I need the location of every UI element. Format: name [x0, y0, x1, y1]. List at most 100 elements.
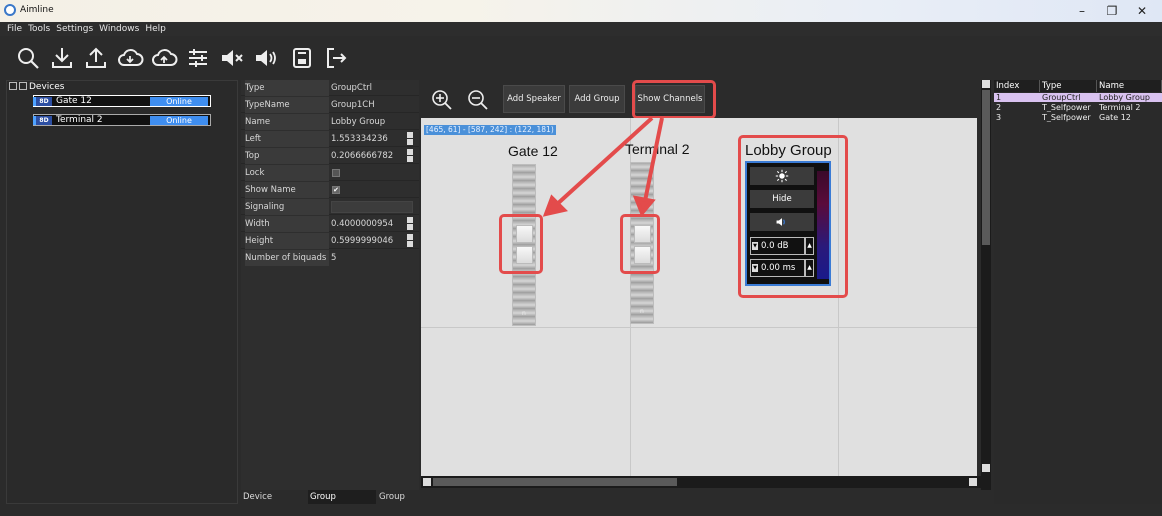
prop-row-show-name[interactable]: Show Name ✔ — [241, 182, 419, 198]
maximize-button[interactable]: ❐ — [1098, 2, 1126, 20]
add-group-button[interactable]: Add Group — [569, 85, 625, 113]
download-icon[interactable] — [48, 44, 76, 72]
cloud-download-icon[interactable] — [116, 44, 144, 72]
table-row[interactable]: 1 GroupCtrl Lobby Group — [994, 93, 1162, 102]
canvas-horizontal-scrollbar[interactable] — [421, 476, 981, 488]
menu-file[interactable]: File — [0, 22, 25, 36]
device-chip-icon: 8D — [33, 116, 52, 125]
search-icon[interactable] — [14, 44, 42, 72]
prop-row-width[interactable]: Width 0.4000000954 — [241, 216, 419, 232]
window-title: Aimline — [20, 5, 54, 15]
spinner-icon[interactable] — [407, 217, 413, 231]
mute-icon[interactable] — [218, 44, 246, 72]
tree-root-devices[interactable]: Devices — [9, 82, 64, 94]
device-row-terminal-2[interactable]: 8D Terminal 2 Online — [33, 114, 211, 126]
table-row[interactable]: 2 T_Selfpower Terminal 2 — [994, 103, 1162, 112]
scroll-thumb[interactable] — [433, 478, 677, 486]
prop-key: Name — [245, 114, 329, 130]
menu-tools[interactable]: Tools — [25, 22, 53, 36]
scroll-left-icon[interactable] — [423, 478, 431, 486]
volume-icon[interactable] — [252, 44, 280, 72]
save-icon[interactable] — [288, 44, 316, 72]
app-logo-icon — [4, 4, 16, 16]
cloud-upload-icon[interactable] — [150, 44, 178, 72]
prop-value-text: Group1CH — [331, 100, 375, 110]
speaker-title-terminal-2: Terminal 2 — [625, 141, 690, 157]
prop-row-left[interactable]: Left 1.553334236 — [241, 131, 419, 147]
menu-help[interactable]: Help — [142, 22, 169, 36]
prop-row-lock[interactable]: Lock — [241, 165, 419, 181]
column-header-name[interactable]: Name — [1097, 80, 1162, 92]
status-bar — [0, 504, 1162, 516]
equalizer-icon[interactable] — [184, 44, 212, 72]
prop-row-name[interactable]: Name Lobby Group — [241, 114, 419, 130]
cell-index: 1 — [996, 93, 1002, 102]
tab-group-control[interactable]: Group Control — [377, 490, 437, 516]
tab-device-control[interactable]: Device Control — [241, 490, 307, 516]
speaker-footer: n — [640, 308, 644, 315]
canvas-vertical-scrollbar[interactable] — [981, 80, 991, 490]
prop-value[interactable]: 0.2066666782 — [331, 148, 419, 164]
title-bar: Aimline – ❐ ✕ — [0, 0, 1162, 22]
spinner-icon[interactable] — [407, 234, 413, 248]
device-row-gate-12[interactable]: 8D Gate 12 Online — [33, 95, 211, 107]
table-row[interactable]: 3 T_Selfpower Gate 12 — [994, 113, 1162, 122]
prop-value-text: 0.5999999046 — [331, 236, 394, 246]
prop-key: Height — [245, 233, 329, 249]
prop-value[interactable] — [331, 165, 419, 181]
prop-value: GroupCtrl — [331, 80, 419, 96]
show-name-checkbox[interactable]: ✔ — [332, 186, 340, 194]
spinner-icon[interactable] — [407, 132, 413, 146]
close-button[interactable]: ✕ — [1128, 2, 1156, 20]
prop-value[interactable]: ✔ — [331, 182, 419, 198]
cell-name: Terminal 2 — [1099, 103, 1141, 112]
scroll-thumb[interactable] — [982, 90, 990, 245]
prop-key: Number of biquads — [245, 250, 329, 266]
prop-key: Top — [245, 148, 329, 164]
menu-bar: File Tools Settings Windows Help — [0, 22, 1162, 36]
signaling-field[interactable] — [331, 201, 413, 213]
prop-value[interactable]: 1.553334236 — [331, 131, 419, 147]
prop-row-signaling[interactable]: Signaling — [241, 199, 419, 215]
scroll-down-icon[interactable] — [982, 464, 990, 472]
logout-icon[interactable] — [322, 44, 350, 72]
speaker-title-gate-12: Gate 12 — [508, 143, 558, 159]
prop-row-height[interactable]: Height 0.5999999046 — [241, 233, 419, 249]
cell-index: 3 — [996, 113, 1002, 122]
prop-value: Group1CH — [331, 97, 419, 113]
prop-row-top[interactable]: Top 0.2066666782 — [241, 148, 419, 164]
highlight-terminal-2-channels — [620, 214, 660, 274]
column-header-index[interactable]: Index — [994, 80, 1040, 92]
prop-value-text: 5 — [331, 253, 337, 263]
column-header-type[interactable]: Type — [1040, 80, 1097, 92]
status-badge: Online — [150, 116, 208, 125]
prop-value-text: 1.553334236 — [331, 134, 388, 144]
tab-group-manager[interactable]: Group Manager — [308, 490, 376, 516]
device-tree: Devices 8D Gate 12 Online 8D Terminal 2 … — [6, 80, 238, 504]
highlight-gate-12-channels — [499, 214, 543, 274]
minimize-button[interactable]: – — [1068, 2, 1096, 20]
zoom-in-icon[interactable] — [431, 89, 453, 111]
prop-value[interactable]: 0.5999999046 — [331, 233, 419, 249]
device-chip-icon: 8D — [33, 97, 52, 106]
prop-value[interactable]: Lobby Group — [331, 114, 419, 130]
zoom-out-icon[interactable] — [467, 89, 489, 111]
lock-checkbox[interactable] — [332, 169, 340, 177]
scroll-right-icon[interactable] — [969, 478, 977, 486]
menu-settings[interactable]: Settings — [53, 22, 96, 36]
upload-icon[interactable] — [82, 44, 110, 72]
layout-canvas[interactable]: [465, 61] - [587, 242] : (122, 181) — [421, 118, 977, 476]
add-speaker-button[interactable]: Add Speaker — [503, 85, 565, 113]
cell-type: T_Selfpower — [1042, 113, 1091, 122]
spinner-icon[interactable] — [407, 149, 413, 163]
collapse-toggle-icon[interactable] — [9, 82, 17, 90]
prop-value[interactable] — [331, 199, 419, 215]
scroll-up-icon[interactable] — [982, 80, 990, 88]
object-table: Index Type Name 1 GroupCtrl Lobby Group … — [994, 80, 1162, 504]
prop-row-biquads[interactable]: Number of biquads 5 — [241, 250, 419, 266]
prop-value[interactable]: 0.4000000954 — [331, 216, 419, 232]
highlight-lobby-group — [738, 135, 848, 298]
cell-name: Lobby Group — [1099, 93, 1150, 102]
menu-windows[interactable]: Windows — [96, 22, 142, 36]
prop-value[interactable]: 5 — [331, 250, 419, 266]
